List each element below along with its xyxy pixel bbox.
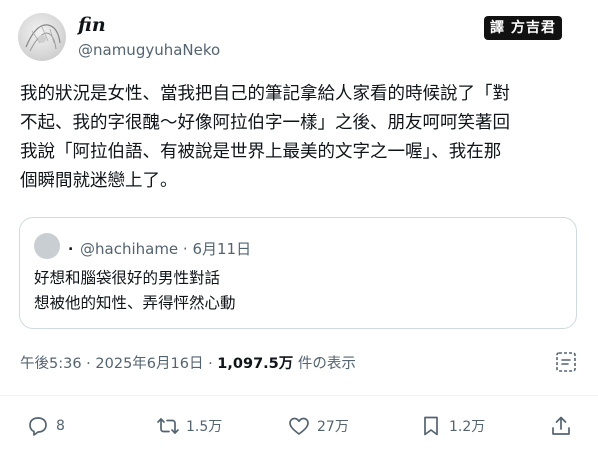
share-button[interactable]	[549, 413, 573, 439]
quoted-handle-date: @hachihame · 6月11日	[80, 240, 252, 258]
reply-icon	[29, 417, 47, 436]
tweet-text: 我的狀況是女性、當我把自己的筆記拿給人家看的時候說了「對 不起、我的字很醜〜好像…	[20, 84, 510, 191]
author-display-name[interactable]: fin	[78, 14, 106, 36]
retweet-icon	[157, 418, 179, 434]
share-icon	[552, 416, 570, 435]
retweet-count: 1.5万	[186, 419, 223, 435]
grok-analyze-icon[interactable]	[554, 350, 578, 374]
quoted-avatar	[34, 233, 60, 259]
like-button[interactable]: 27万	[287, 413, 349, 439]
tweet-meta: 午後5:36 · 2025年6月16日 · 1,097.5万 件の表示	[20, 352, 356, 373]
view-count-suffix: 件の表示	[293, 356, 356, 372]
quoted-tweet-text: 好想和腦袋很好的男性對話 想被他的知性、弄得怦然心動	[34, 269, 236, 312]
reply-count: 8	[56, 418, 65, 434]
author-handle[interactable]: @namugyuhaNeko	[78, 41, 220, 59]
translator-watermark: 譯 方吉君	[484, 16, 562, 40]
heart-icon	[289, 417, 309, 435]
avatar-image-icon	[25, 24, 61, 52]
view-count: 1,097.5万	[217, 356, 294, 372]
bookmark-button[interactable]: 1.2万	[419, 413, 485, 439]
avatar[interactable]	[18, 13, 66, 61]
retweet-button[interactable]: 1.5万	[156, 413, 222, 439]
quoted-display-name: .	[68, 238, 74, 254]
divider	[0, 395, 598, 396]
bookmark-count: 1.2万	[449, 419, 486, 435]
reply-button[interactable]: 8	[26, 413, 65, 439]
like-count: 27万	[317, 419, 349, 435]
timestamp[interactable]: 午後5:36 · 2025年6月16日 ·	[20, 356, 217, 372]
quoted-tweet-card[interactable]: . @hachihame · 6月11日 好想和腦袋很好的男性對話 想被他的知性…	[19, 217, 577, 329]
bookmark-icon	[424, 416, 438, 436]
